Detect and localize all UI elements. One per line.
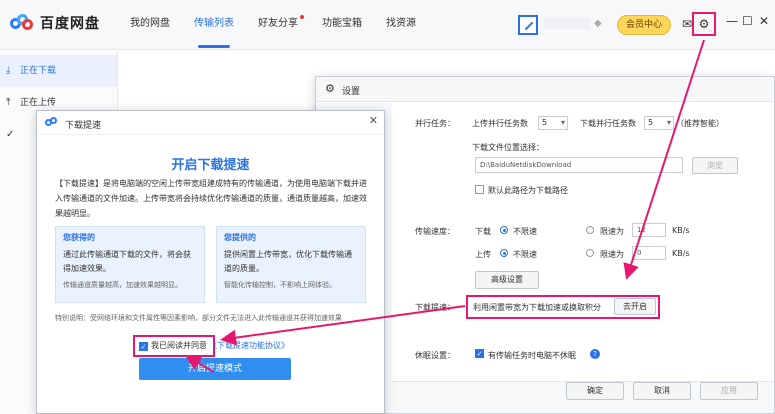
card-title: 您提供的 xyxy=(224,233,256,242)
top-bar: 百度网盘 我的网盘 传输列表 好友分享 功能宝箱 找资源 ◆ 会员中心 ✉ ⚙ … xyxy=(0,0,775,50)
nav-toolbox[interactable]: 功能宝箱 xyxy=(310,0,374,50)
username-redacted xyxy=(544,18,590,29)
check-circle-icon: ✓ xyxy=(6,129,15,140)
sidebar-item-label: 正在下载 xyxy=(20,66,57,76)
close-icon[interactable]: ✕ xyxy=(759,14,769,28)
close-icon[interactable]: ✕ xyxy=(369,114,378,127)
download-unlimited-label: 不限速 xyxy=(513,227,537,236)
browse-button[interactable]: 浏览 xyxy=(692,157,738,174)
boost-description: 利用闲置带宽为下载加速或换取积分 xyxy=(473,303,601,312)
download-boost-dialog: 下载提速 ✕ 开启下载提速 【下载提速】是将电脑端的空闲上传带宽组建成特有的传输… xyxy=(36,110,385,414)
upload-parallel-label: 上传并行任务数 xyxy=(472,119,528,128)
agree-row[interactable]: ✓ 我已阅读并同意 《下载提速功能协议》 xyxy=(139,340,289,351)
agreement-link[interactable]: 《下载提速功能协议》 xyxy=(209,341,289,350)
download-path-label: 下载文件位置选择： xyxy=(472,143,544,152)
boost-label: 下载提速： xyxy=(415,303,455,312)
default-path-checkbox[interactable] xyxy=(475,185,484,194)
card-you-get: 您获得的 通过此传输通道下载的文件，将会获得加速效果。 传输通道质量越高，加速效… xyxy=(55,226,205,303)
enable-boost-button[interactable]: 开启提速模式 xyxy=(139,358,291,380)
download-path-input[interactable]: D:\BaiduNetdiskDownload xyxy=(475,157,683,173)
sleep-label: 休眠设置： xyxy=(415,351,455,360)
card-footnote: 智能化传输控制，不影响上网体验。 xyxy=(224,281,336,289)
avatar[interactable] xyxy=(518,15,538,35)
speed-label: 传输速度： xyxy=(415,227,455,236)
cloud-logo-icon xyxy=(45,117,61,129)
boost-heading: 开启下载提速 xyxy=(171,158,250,173)
card-body: 提供闲置上传带宽，优化下载传输通道的质量。 xyxy=(224,250,352,273)
mail-icon[interactable]: ✉ xyxy=(682,17,692,31)
download-parallel-select[interactable]: 5 xyxy=(644,116,674,130)
upload-arrow-icon: ⤒ xyxy=(6,97,11,108)
boost-description: 【下载提速】是将电脑端的空闲上传带宽组建成特有的传输通道，为使用电脑端下载并进入… xyxy=(55,179,367,218)
parallel-label: 并行任务： xyxy=(415,119,455,128)
sidebar-item-downloading[interactable]: ⤓ 正在下载 xyxy=(0,55,117,87)
download-unlimited-radio[interactable] xyxy=(500,226,508,234)
vip-center-button[interactable]: 会员中心 xyxy=(617,15,672,35)
card-footnote: 传输通道质量越高，加速效果越明显。 xyxy=(63,281,182,289)
recommend-note: （推荐智能） xyxy=(676,119,724,128)
boost-dialog-header: 下载提速 ✕ xyxy=(37,111,384,135)
settings-gear-icon[interactable]: ⚙ xyxy=(692,12,716,36)
no-sleep-label: 有传输任务时电脑不休眠 xyxy=(488,351,576,360)
download-limit-label: 限速为 xyxy=(600,227,624,236)
gear-icon: ⚙ xyxy=(325,82,335,95)
diamond-icon: ◆ xyxy=(594,18,602,29)
upload-parallel-select[interactable]: 5 xyxy=(538,116,568,130)
upload-unit: KB/s xyxy=(672,249,690,258)
nav-find-resources[interactable]: 找资源 xyxy=(374,0,428,50)
boost-enable-button[interactable]: 去开启 xyxy=(614,298,656,315)
upload-limit-radio[interactable] xyxy=(586,249,594,257)
app-logo[interactable]: 百度网盘 xyxy=(10,13,100,33)
card-you-give: 您提供的 提供闲置上传带宽，优化下载传输通道的质量。 智能化传输控制，不影响上网… xyxy=(216,226,366,303)
card-body: 通过此传输通道下载的文件，将会获得加速效果。 xyxy=(63,250,191,273)
special-note: 特别说明：受网络环境和文件属性等因素影响，部分文件无法进入此传输通道并获得加速效… xyxy=(55,314,342,322)
cancel-button[interactable]: 取消 xyxy=(633,382,691,400)
apply-button[interactable]: 应用 xyxy=(700,382,758,400)
no-sleep-checkbox[interactable]: ✓ xyxy=(475,349,484,358)
download-parallel-label: 下载并行任务数 xyxy=(580,119,636,128)
agree-checkbox[interactable]: ✓ xyxy=(139,342,148,351)
help-icon[interactable]: ? xyxy=(590,349,600,359)
upload-speed-label: 上传 xyxy=(475,250,491,259)
upload-unlimited-radio[interactable] xyxy=(500,249,508,257)
download-unit: KB/s xyxy=(672,226,690,235)
settings-title: 设置 xyxy=(342,87,361,97)
advanced-settings-button[interactable]: 高级设置 xyxy=(475,271,539,289)
upload-limit-input[interactable]: 0 xyxy=(632,246,666,260)
ok-button[interactable]: 确定 xyxy=(566,382,624,400)
nav-my-disk[interactable]: 我的网盘 xyxy=(118,0,182,50)
upload-unlimited-label: 不限速 xyxy=(513,250,537,259)
nav-friend-share-label: 好友分享 xyxy=(258,18,298,29)
card-title: 您获得的 xyxy=(63,233,95,242)
notification-dot xyxy=(300,15,304,19)
download-speed-label: 下载 xyxy=(475,227,491,236)
upload-limit-label: 限速为 xyxy=(600,250,624,259)
download-limit-input[interactable]: 12 xyxy=(632,223,666,237)
settings-header: ⚙ 设置 xyxy=(316,77,774,102)
minimize-icon[interactable]: — xyxy=(726,14,738,28)
app-name: 百度网盘 xyxy=(40,16,100,32)
boost-dialog-title: 下载提速 xyxy=(65,121,102,131)
download-arrow-icon: ⤓ xyxy=(6,65,11,76)
nav-transfer-list[interactable]: 传输列表 xyxy=(182,0,246,50)
sidebar-item-label: 正在上传 xyxy=(20,98,57,108)
nav-friend-share[interactable]: 好友分享 xyxy=(246,0,310,50)
default-path-label: 默认此路径为下载路径 xyxy=(488,186,568,195)
main-nav: 我的网盘 传输列表 好友分享 功能宝箱 找资源 xyxy=(118,0,428,50)
agree-label: 我已阅读并同意 xyxy=(151,341,207,350)
cloud-logo-icon xyxy=(10,14,34,32)
download-limit-radio[interactable] xyxy=(586,226,594,234)
maximize-icon[interactable]: ☐ xyxy=(742,14,753,28)
